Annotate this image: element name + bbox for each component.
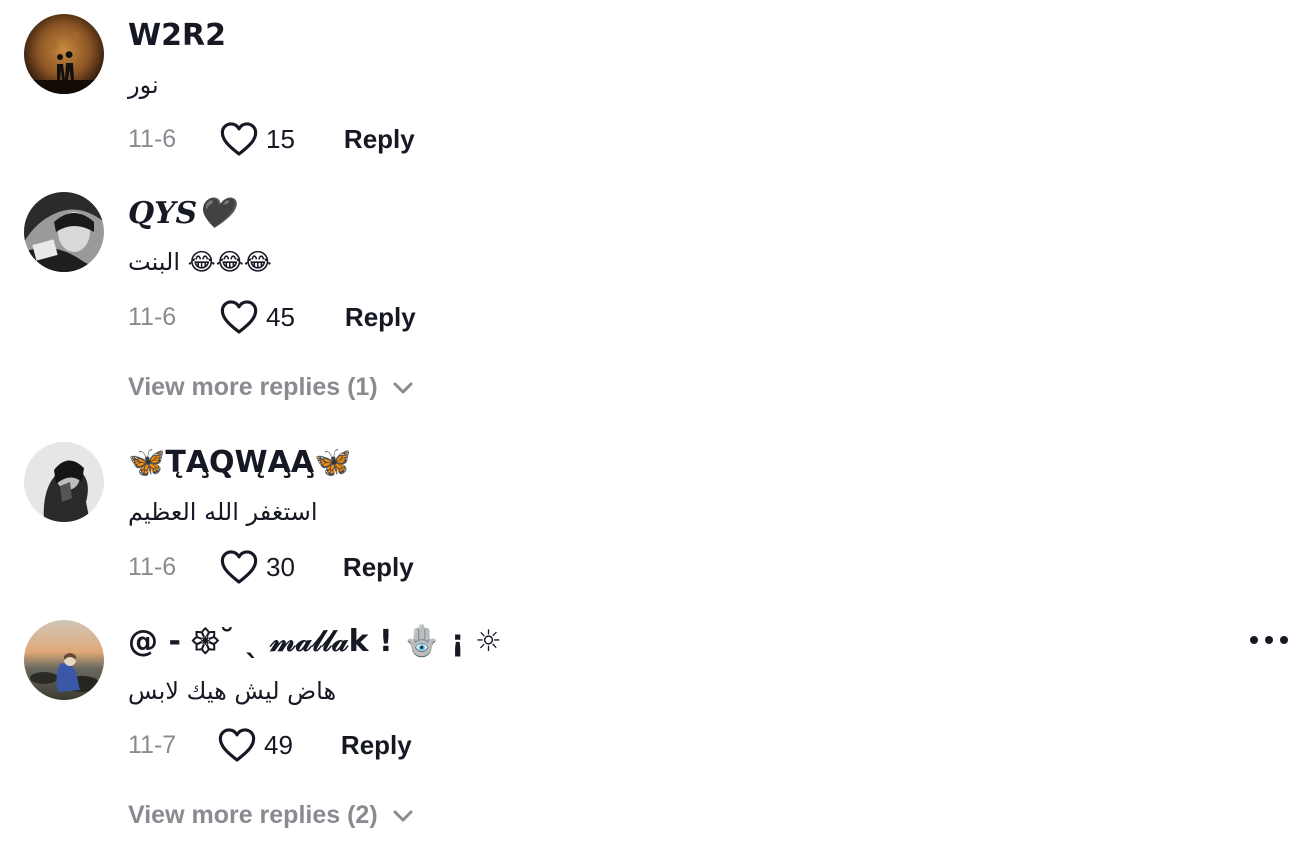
chevron-down-icon [393,810,413,821]
comment-username[interactable]: 𝑸𝒀𝑺🖤 [128,194,235,234]
avatar[interactable] [24,620,104,700]
chevron-down-icon [393,382,413,393]
comment-date: 11-6 [128,302,177,331]
like-button[interactable]: 49 [218,727,293,763]
heart-outline-icon [218,728,256,762]
dot [1250,636,1258,644]
heart-outline-icon [220,550,258,584]
reply-button[interactable]: Reply [341,730,412,761]
dot [1265,636,1273,644]
comment-meta: 11-7 49 Reply [128,725,412,765]
comment-username[interactable]: W2R2 [128,16,226,56]
dot [1280,636,1288,644]
comment-meta: 11-6 45 Reply [128,297,416,337]
reply-button[interactable]: Reply [343,552,414,583]
comment-date: 11-6 [128,552,177,581]
view-more-label: View more replies (2) [128,801,378,829]
avatar-image [24,14,104,94]
comment-text: البنت 😂😂😂 [128,248,272,276]
view-more-replies-button[interactable]: View more replies (1) [128,373,414,402]
comment-text: هاض ليش هيك لابس [128,677,337,705]
like-count: 15 [266,123,295,154]
like-count: 30 [266,551,295,582]
comment-meta: 11-6 15 Reply [128,119,415,159]
comment-text: نور [128,71,159,99]
view-more-replies-button[interactable]: View more replies (2) [128,801,414,830]
like-count: 45 [266,301,295,332]
heart-outline-icon [220,122,258,156]
view-more-label: View more replies (1) [128,373,378,401]
comment-date: 11-6 [128,124,177,153]
heart-outline-icon [220,300,258,334]
comment-meta: 11-6 30 Reply [128,547,414,587]
comment-text: استغفر الله العظيم [128,498,318,526]
comment-username[interactable]: @ - 𑁍˘ ˎ 𝓂𝒶𝓁𝓁𝒶k ! 🪬 ¡ ☼ [128,622,502,662]
like-button[interactable]: 30 [220,549,295,585]
avatar-image [24,620,104,700]
reply-button[interactable]: Reply [344,124,415,155]
avatar[interactable] [24,192,104,272]
like-count: 49 [264,729,293,760]
avatar[interactable] [24,442,104,522]
avatar-image [24,192,104,272]
like-button[interactable]: 15 [220,121,295,157]
more-options-icon[interactable] [1250,630,1288,650]
comment-username[interactable]: 🦋T̨A̧Q̨W̨A̧A̧🦋 [128,443,351,483]
avatar-image [24,442,104,522]
avatar[interactable] [24,14,104,94]
reply-button[interactable]: Reply [345,302,416,333]
comment-date: 11-7 [128,730,177,759]
like-button[interactable]: 45 [220,299,295,335]
